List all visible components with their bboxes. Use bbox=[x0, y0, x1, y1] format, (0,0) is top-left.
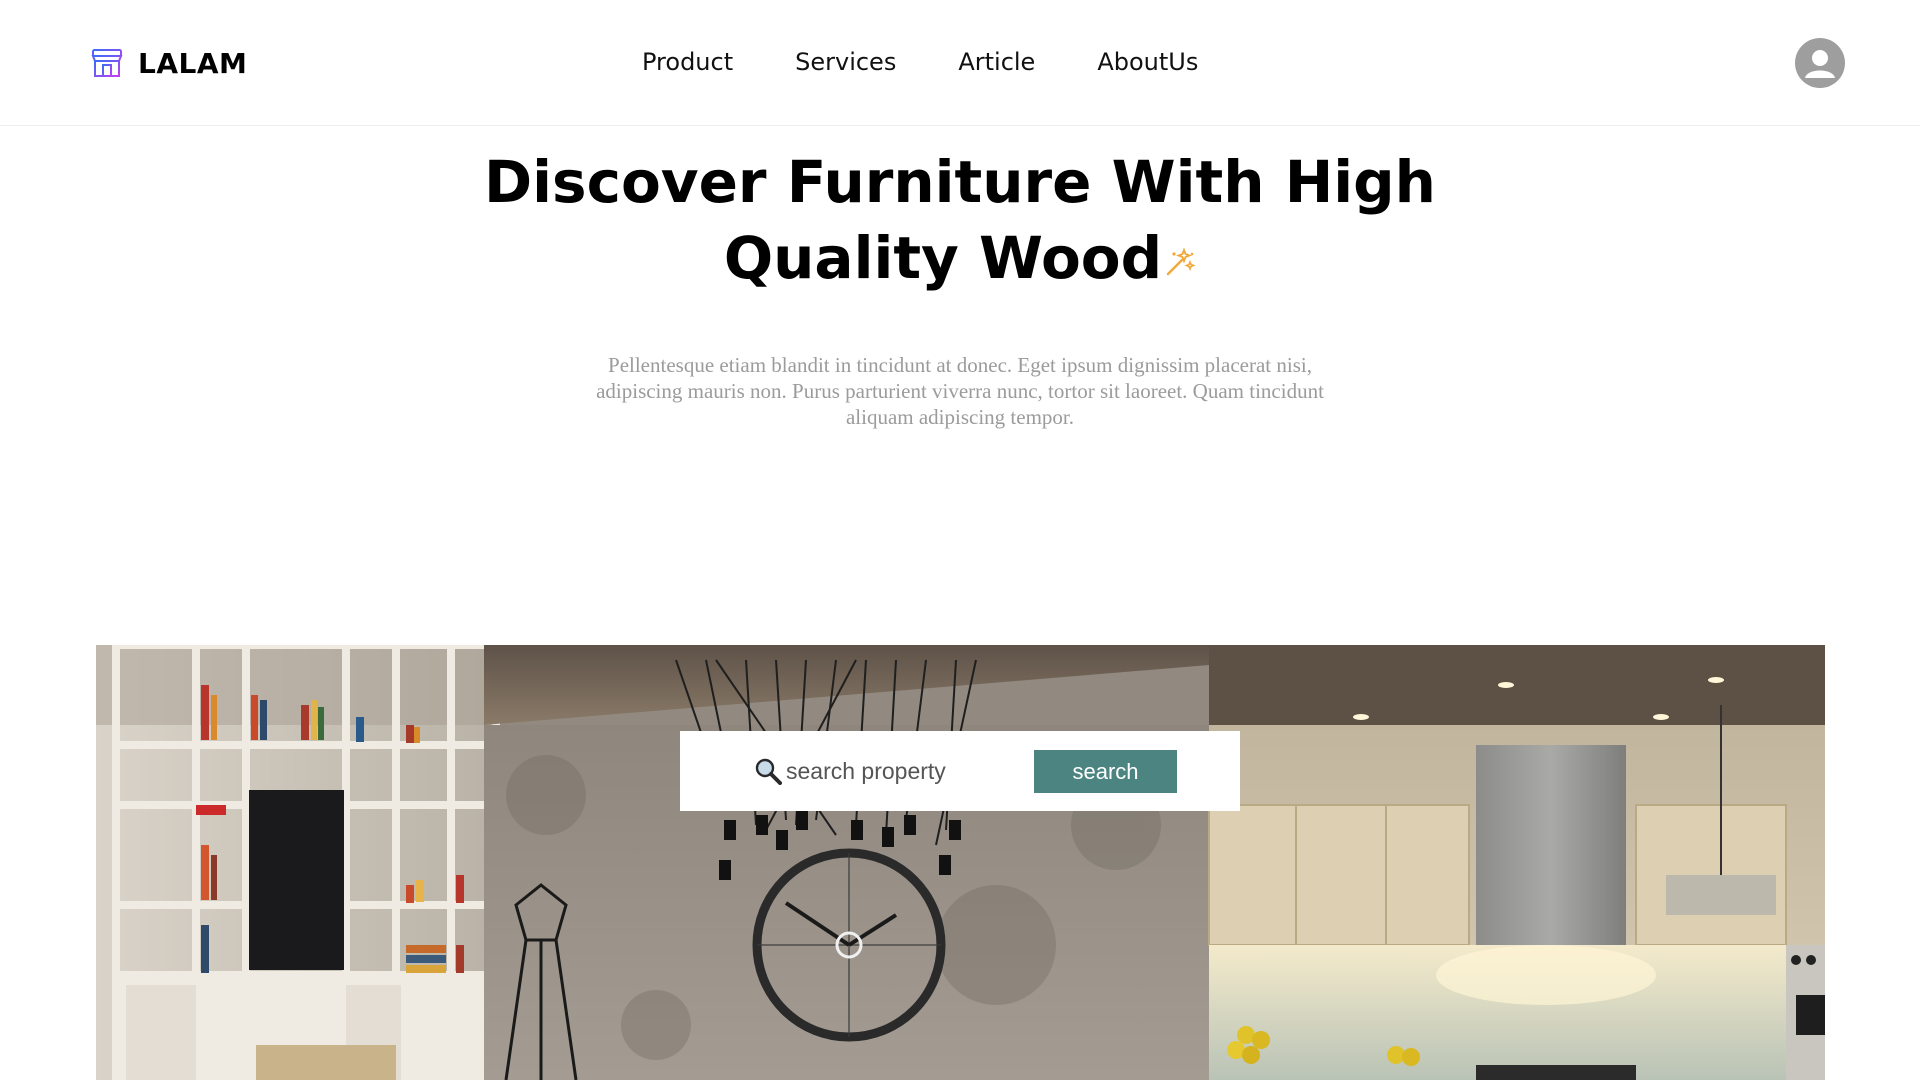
hero-subtitle: Pellentesque etiam blandit in tincidunt … bbox=[596, 353, 1324, 429]
magnifier-icon bbox=[755, 758, 782, 785]
search-input[interactable] bbox=[786, 753, 1006, 789]
user-avatar[interactable] bbox=[1795, 38, 1845, 88]
nav-item-article[interactable]: Article bbox=[958, 48, 1035, 76]
search-bar: search bbox=[680, 731, 1240, 811]
user-avatar-icon bbox=[1805, 50, 1835, 78]
hero-title-line2: Quality Wood bbox=[723, 224, 1163, 292]
main-nav: Product Services Article AboutUs bbox=[642, 48, 1198, 76]
brand-name: LALAM bbox=[138, 46, 248, 80]
store-icon bbox=[91, 49, 123, 77]
top-navbar: LALAM Product Services Article AboutUs bbox=[0, 0, 1920, 126]
search-button[interactable]: search bbox=[1034, 750, 1177, 793]
nav-item-services[interactable]: Services bbox=[795, 48, 896, 76]
brand[interactable]: LALAM bbox=[90, 46, 247, 80]
sparkles-icon bbox=[1166, 247, 1196, 276]
hero-title: Discover Furniture With High Quality Woo… bbox=[460, 144, 1460, 296]
nav-item-aboutus[interactable]: AboutUs bbox=[1097, 48, 1198, 76]
interior-illustration bbox=[96, 645, 1825, 1080]
hero-banner-image bbox=[96, 645, 1825, 1080]
nav-item-product[interactable]: Product bbox=[642, 48, 733, 76]
hero-title-line1: Discover Furniture With High bbox=[484, 148, 1436, 216]
